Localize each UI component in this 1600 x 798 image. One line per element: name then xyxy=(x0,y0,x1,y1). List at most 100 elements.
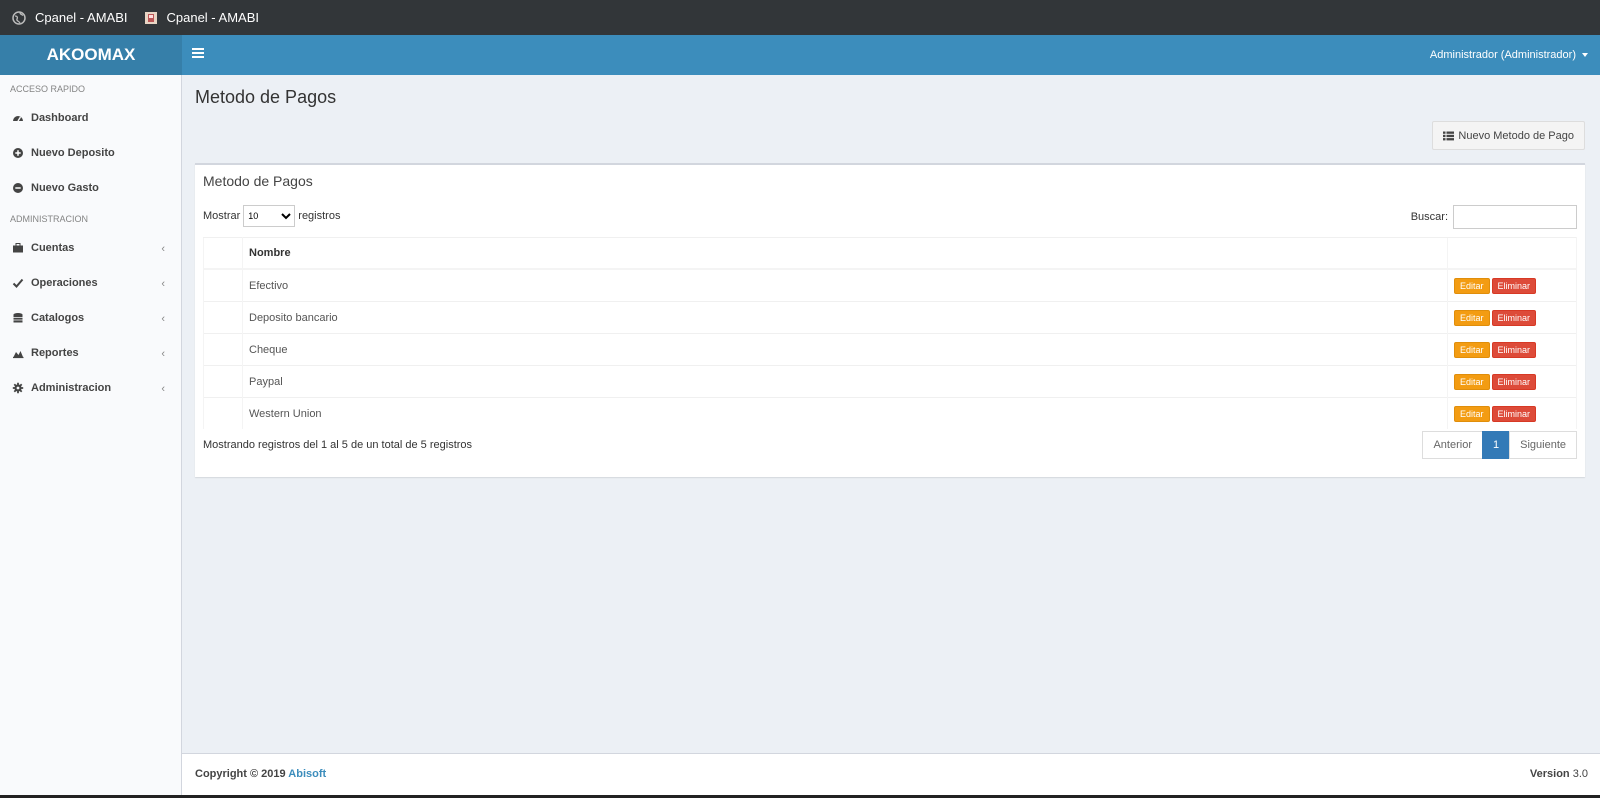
footer-copyright: Copyright © 2019 Abisoft xyxy=(195,768,326,780)
table-row: Cheque Editar Eliminar xyxy=(203,333,1577,366)
delete-button[interactable]: Eliminar xyxy=(1491,277,1537,294)
new-button-label: Nuevo Metodo de Pago xyxy=(1458,129,1574,142)
page-title: Metodo de Pagos xyxy=(195,87,337,107)
sidebar-section-administracion: ADMINISTRACION xyxy=(10,214,89,224)
table-row: Efectivo Editar Eliminar xyxy=(203,268,1577,302)
edit-button[interactable]: Editar xyxy=(1454,309,1490,326)
table-cell-actions: Editar Eliminar xyxy=(1447,333,1577,366)
table-cell-actions: Editar Eliminar xyxy=(1447,365,1577,398)
sidebar-item-label: Nuevo Gasto xyxy=(31,181,99,194)
payment-methods-box: Metodo de Pagos Mostrar 10 registros Bus… xyxy=(195,163,1585,477)
sidebar-item-operaciones[interactable]: Operaciones ‹ xyxy=(0,265,181,300)
sidebar-item-label: Dashboard xyxy=(31,111,89,124)
sidebar-toggle-icon[interactable] xyxy=(192,48,204,62)
version-label: Version xyxy=(1529,768,1570,780)
sidebar-item-label: Nuevo Deposito xyxy=(31,146,115,159)
minus-circle-icon xyxy=(12,182,24,194)
app-logo[interactable]: AKOOMAX xyxy=(0,35,182,75)
chevron-left-icon: ‹ xyxy=(161,348,165,360)
browser-tab-title: Cpanel - AMABI xyxy=(35,10,128,25)
delete-button[interactable]: Eliminar xyxy=(1491,309,1537,326)
sidebar-item-dashboard[interactable]: Dashboard xyxy=(0,100,181,135)
user-menu[interactable]: Administrador (Administrador) xyxy=(1430,35,1588,75)
delete-button[interactable]: Eliminar xyxy=(1491,405,1537,422)
main-footer: Copyright © 2019 Abisoft Version 3.0 xyxy=(182,753,1600,795)
sidebar-item-catalogos[interactable]: Catalogos ‹ xyxy=(0,300,181,335)
plus-circle-icon xyxy=(12,147,24,159)
table-info: Mostrando registros del 1 al 5 de un tot… xyxy=(203,439,473,451)
sidebar-item-nuevo-deposito[interactable]: Nuevo Deposito xyxy=(0,135,181,170)
page-length-select[interactable]: 10 xyxy=(243,205,296,227)
page-icon xyxy=(144,11,158,25)
browser-tab-2[interactable]: Cpanel - AMABI xyxy=(144,10,260,25)
sidebar-item-label: Catalogos xyxy=(31,311,85,324)
table-cell-nombre: Deposito bancario xyxy=(242,301,1448,334)
sidebar-item-nuevo-gasto[interactable]: Nuevo Gasto xyxy=(0,170,181,205)
table-cell-nombre: Efectivo xyxy=(242,268,1448,302)
search-control: Buscar: xyxy=(1411,205,1577,229)
table-cell-nombre: Cheque xyxy=(242,333,1448,366)
area-chart-icon xyxy=(12,347,24,359)
pagination-page-button[interactable]: 1 xyxy=(1482,431,1511,459)
sidebar-section-quick-access: ACCESO RAPIDO xyxy=(10,84,86,94)
sidebar-item-reportes[interactable]: Reportes ‹ xyxy=(0,335,181,370)
box-title: Metodo de Pagos xyxy=(203,173,313,189)
length-label-before: Mostrar xyxy=(203,210,241,222)
browser-tab-title: Cpanel - AMABI xyxy=(166,10,260,25)
pagination-prev-button[interactable]: Anterior xyxy=(1422,431,1483,459)
database-icon xyxy=(12,312,24,324)
copyright-text: Copyright © 2019 xyxy=(195,768,286,780)
table-cell-index xyxy=(203,301,243,334)
table-row: Deposito bancario Editar Eliminar xyxy=(203,301,1577,334)
table-cell-actions: Editar Eliminar xyxy=(1447,301,1577,334)
edit-button[interactable]: Editar xyxy=(1454,405,1490,422)
user-name: Administrador (Administrador) xyxy=(1429,49,1576,61)
table-cell-index xyxy=(203,333,243,366)
table-header-actions xyxy=(1447,237,1577,270)
edit-button[interactable]: Editar xyxy=(1454,341,1490,358)
table-header-row: Nombre xyxy=(203,237,1577,270)
globe-icon xyxy=(12,10,26,25)
delete-button[interactable]: Eliminar xyxy=(1491,341,1537,358)
caret-down-icon xyxy=(1582,53,1588,57)
check-icon xyxy=(12,277,24,289)
table-cell-nombre: Western Union xyxy=(242,397,1448,429)
pagination: Anterior 1 Siguiente xyxy=(1422,431,1577,459)
company-link[interactable]: Abisoft xyxy=(288,768,326,780)
chevron-left-icon: ‹ xyxy=(161,278,165,290)
chevron-left-icon: ‹ xyxy=(161,383,165,395)
length-label-after: registros xyxy=(298,210,341,222)
chevron-left-icon: ‹ xyxy=(161,243,165,255)
table-cell-index xyxy=(203,268,243,302)
delete-button[interactable]: Eliminar xyxy=(1491,373,1537,390)
payment-methods-table: Nombre Efectivo Editar Eliminar Deposito … xyxy=(203,237,1577,429)
table-cell-nombre: Paypal xyxy=(242,365,1448,398)
briefcase-icon xyxy=(12,242,24,254)
dashboard-icon xyxy=(12,112,24,124)
chevron-left-icon: ‹ xyxy=(161,313,165,325)
table-header-nombre[interactable]: Nombre xyxy=(242,237,1448,270)
table-header-index[interactable] xyxy=(203,237,243,270)
page-length-control: Mostrar 10 registros xyxy=(203,205,340,227)
list-icon xyxy=(1443,131,1455,141)
main-header: AKOOMAX Administrador (Administrador) xyxy=(0,35,1600,75)
sidebar: ACCESO RAPIDO Dashboard Nuevo Deposito N… xyxy=(0,75,182,795)
table-cell-index xyxy=(203,397,243,429)
sidebar-item-administracion[interactable]: Administracion ‹ xyxy=(0,370,181,405)
sidebar-item-label: Administracion xyxy=(31,381,112,394)
search-input[interactable] xyxy=(1453,205,1577,229)
table-row: Western Union Editar Eliminar xyxy=(203,397,1577,429)
footer-version: Version 3.0 xyxy=(1530,768,1588,780)
browser-tab-1[interactable]: Cpanel - AMABI xyxy=(12,10,128,25)
table-row: Paypal Editar Eliminar xyxy=(203,365,1577,398)
version-number: 3.0 xyxy=(1572,768,1588,780)
sidebar-item-label: Reportes xyxy=(31,346,79,359)
table-cell-actions: Editar Eliminar xyxy=(1447,397,1577,429)
edit-button[interactable]: Editar xyxy=(1454,373,1490,390)
search-label: Buscar: xyxy=(1410,211,1448,223)
sidebar-item-cuentas[interactable]: Cuentas ‹ xyxy=(0,230,181,265)
sidebar-item-label: Cuentas xyxy=(31,241,75,254)
new-payment-method-button[interactable]: Nuevo Metodo de Pago xyxy=(1432,121,1585,150)
pagination-next-button[interactable]: Siguiente xyxy=(1509,431,1577,459)
edit-button[interactable]: Editar xyxy=(1454,277,1490,294)
